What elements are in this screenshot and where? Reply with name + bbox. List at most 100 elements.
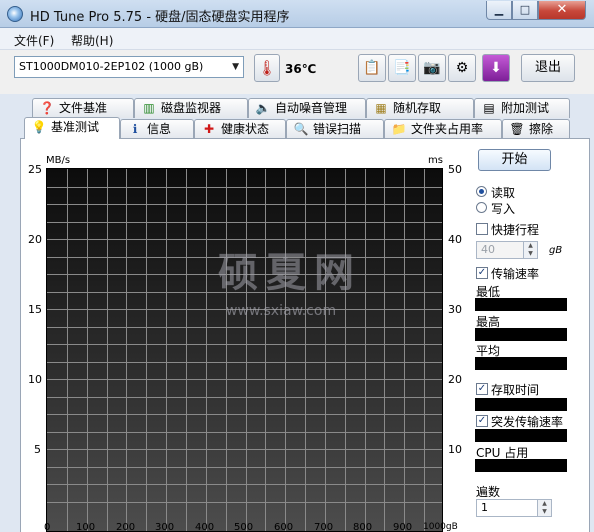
y-right-tick: 30 <box>448 303 462 316</box>
cpu-value <box>475 459 567 472</box>
tab-benchmark[interactable]: 💡 基准测试 <box>24 117 120 139</box>
copy-all-icon[interactable]: 📑 <box>388 54 416 82</box>
y-left-tick: 10 <box>28 373 42 386</box>
tab-aam[interactable]: 🔈 自动噪音管理 <box>248 98 366 118</box>
x-tick: 100 <box>76 522 96 532</box>
camera-icon[interactable]: 📷 <box>418 54 446 82</box>
read-label: 读取 <box>491 186 516 200</box>
short-stroke-label: 快捷行程 <box>491 223 540 237</box>
unit-right: ms <box>428 155 443 166</box>
tab-label: 信息 <box>147 122 172 136</box>
x-tick: 0 <box>44 522 51 532</box>
y-right-tick: 40 <box>448 233 462 246</box>
watermark: 硕夏网 <box>218 250 362 296</box>
tab-label: 文件基准 <box>59 101 108 115</box>
benchmark-icon: 💡 <box>31 120 47 134</box>
benchmark-chart <box>46 168 443 532</box>
title-bar: HD Tune Pro 5.75 - 硬盘/固态硬盘实用程序 ▁ □ ✕ <box>0 0 594 28</box>
exit-button[interactable]: 退出 <box>521 54 575 82</box>
random-access-icon: ▦ <box>375 101 387 115</box>
y-right-tick: 50 <box>448 163 462 176</box>
menu-help[interactable]: 帮助(H) <box>71 32 113 49</box>
thermometer-icon[interactable]: 🌡 <box>254 54 280 82</box>
x-tick: 1000gB <box>423 522 458 532</box>
short-stroke-unit: gB <box>549 245 563 256</box>
y-left-tick: 15 <box>28 303 42 316</box>
avg-value <box>475 357 567 370</box>
copy-icon[interactable]: 📋 <box>358 54 386 82</box>
close-button[interactable]: ✕ <box>538 1 586 20</box>
erase-icon: 🗑 <box>509 122 525 136</box>
maximize-button[interactable]: □ <box>512 1 538 20</box>
drive-select-value: ST1000DM010-2EP102 (1000 gB) <box>19 60 204 73</box>
error-scan-icon: 🔍 <box>293 122 309 136</box>
passes-input[interactable]: 1 ▲ ▼ <box>476 499 552 517</box>
tab-label: 擦除 <box>529 122 554 136</box>
passes-label: 遍数 <box>476 485 501 499</box>
burst-rate-label: 突发传输速率 <box>491 415 564 429</box>
tab-info[interactable]: ℹ 信息 <box>120 119 194 139</box>
tab-label: 错误扫描 <box>313 122 362 136</box>
short-stroke-checkbox[interactable] <box>476 223 488 235</box>
info-icon: ℹ <box>132 122 138 136</box>
access-time-label: 存取时间 <box>491 383 540 397</box>
extra-tests-icon: ▤ <box>483 101 495 115</box>
file-benchmark-icon: ❓ <box>39 101 55 115</box>
max-value <box>475 328 567 341</box>
unit-left: MB/s <box>46 155 71 166</box>
aam-icon: 🔈 <box>255 101 271 115</box>
drive-select[interactable]: ST1000DM010-2EP102 (1000 gB) ▼ <box>14 56 244 78</box>
access-time-value <box>475 398 567 411</box>
x-tick: 700 <box>314 522 334 532</box>
y-left-tick: 25 <box>28 163 42 176</box>
menu-bar: 文件(F) 帮助(H) <box>0 28 594 50</box>
tab-error-scan[interactable]: 🔍 错误扫描 <box>286 119 384 139</box>
spinner-arrows-icon[interactable]: ▲ ▼ <box>537 500 551 516</box>
tab-label: 基准测试 <box>51 120 100 134</box>
tab-folder-usage[interactable]: 📁 文件夹占用率 <box>384 119 502 139</box>
tab-disk-monitor[interactable]: ▥ 磁盘监视器 <box>134 98 248 118</box>
tab-erase[interactable]: 🗑 擦除 <box>502 119 570 139</box>
tab-random-access[interactable]: ▦ 随机存取 <box>366 98 474 118</box>
window-title: HD Tune Pro 5.75 - 硬盘/固态硬盘实用程序 <box>30 10 290 25</box>
tab-label: 自动噪音管理 <box>275 101 348 115</box>
start-button[interactable]: 开始 <box>478 149 551 171</box>
minimize-button[interactable]: ▁ <box>486 1 512 20</box>
menu-file[interactable]: 文件(F) <box>14 32 54 49</box>
write-radio[interactable] <box>476 202 487 213</box>
x-tick: 400 <box>195 522 215 532</box>
y-right-tick: 10 <box>448 443 462 456</box>
transfer-rate-label: 传输速率 <box>491 267 540 281</box>
options-icon[interactable]: ⚙ <box>448 54 476 82</box>
save-icon[interactable]: ⬇ <box>482 54 510 82</box>
health-icon: ✚ <box>203 122 215 136</box>
folder-usage-icon: 📁 <box>391 122 407 136</box>
x-tick: 200 <box>116 522 136 532</box>
app-icon <box>7 6 23 22</box>
chart-grid <box>47 169 442 531</box>
transfer-rate-checkbox[interactable]: ✓ <box>476 267 488 279</box>
chevron-down-icon: ▼ <box>232 62 239 72</box>
access-time-checkbox[interactable]: ✓ <box>476 383 488 395</box>
burst-rate-checkbox[interactable]: ✓ <box>476 415 488 427</box>
tab-label: 随机存取 <box>393 101 442 115</box>
y-left-tick: 5 <box>34 443 41 456</box>
tab-file-benchmark[interactable]: ❓ 文件基准 <box>32 98 134 118</box>
burst-rate-value <box>475 429 567 442</box>
disk-monitor-icon: ▥ <box>143 101 155 115</box>
watermark-url: www.sxiaw.com <box>226 303 337 319</box>
tab-label: 附加测试 <box>501 101 550 115</box>
read-radio[interactable] <box>476 186 487 197</box>
tab-label: 磁盘监视器 <box>161 101 222 115</box>
x-tick: 800 <box>353 522 373 532</box>
tab-health[interactable]: ✚ 健康状态 <box>194 119 286 139</box>
tab-label: 文件夹占用率 <box>411 122 484 136</box>
x-tick: 600 <box>274 522 294 532</box>
temperature-value: 36℃ <box>285 62 317 76</box>
write-label: 写入 <box>491 202 516 216</box>
spinner-arrows-icon[interactable]: ▲ ▼ <box>523 242 537 258</box>
short-stroke-input[interactable]: 40 ▲ ▼ <box>476 241 538 259</box>
tab-extra-tests[interactable]: ▤ 附加测试 <box>474 98 570 118</box>
y-right-tick: 20 <box>448 373 462 386</box>
tab-label: 健康状态 <box>221 122 270 136</box>
